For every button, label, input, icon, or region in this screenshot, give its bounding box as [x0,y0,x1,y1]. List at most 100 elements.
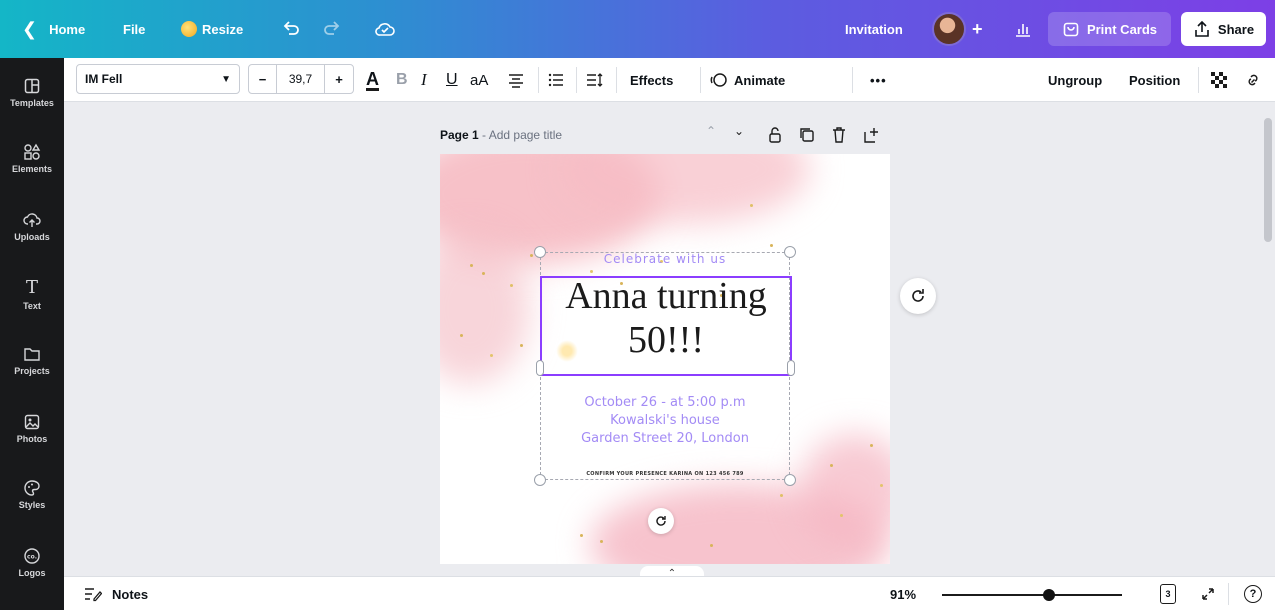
position-button[interactable]: Position [1129,58,1180,102]
more-options-button[interactable]: ••• [870,58,887,102]
palette-icon [24,479,40,496]
toolbar-divider [1198,67,1199,93]
file-menu-button[interactable]: File [123,0,145,58]
text-icon: T [25,277,38,298]
uploads-icon [23,212,41,227]
sidebar-item-label: Logos [18,567,46,578]
link-button[interactable] [1244,58,1262,102]
lock-icon[interactable] [765,126,785,144]
rsvp-text[interactable]: CONFIRM YOUR PRESENCE KARINA ON 123 456 … [540,471,790,477]
address-line: Garden Street 20, London [581,431,749,446]
design-page[interactable]: Celebrate with us Anna turning 50!!! Oct… [440,154,890,564]
transparency-icon [1211,72,1227,88]
bold-icon: B [396,71,408,88]
chevron-up-icon[interactable]: ⌃ [700,124,722,138]
add-collaborator-icon[interactable]: + [972,19,983,40]
document-title[interactable]: Invitation [845,0,903,58]
bottom-divider [1228,583,1229,605]
bar-chart-icon [1016,24,1030,37]
list-button[interactable] [548,58,564,102]
spacing-button[interactable] [586,58,604,102]
letter-case-button[interactable]: aA [470,58,488,102]
trash-icon[interactable] [829,126,849,144]
sidebar-item-styles[interactable]: Styles [0,464,64,524]
folder-icon [24,347,40,361]
sidebar-item-projects[interactable]: Projects [0,330,64,390]
elements-icon [24,143,41,160]
decrease-font-size-button[interactable]: − [249,65,277,93]
font-family-select[interactable]: IM Fell ▼ [76,64,240,94]
side-handle[interactable] [787,360,795,376]
notes-button[interactable]: Notes [84,577,148,610]
sidebar-item-text[interactable]: T Text [0,264,64,324]
cloud-saved-icon [374,0,396,58]
toolbar-divider [700,67,701,93]
share-button[interactable]: Share [1181,12,1266,46]
alignment-button[interactable] [508,58,524,102]
user-avatar [932,12,966,46]
side-handle[interactable] [536,360,544,376]
text-color-icon: A [366,68,379,91]
zoom-slider[interactable] [942,594,1122,596]
redo-button[interactable] [322,0,342,58]
canvas-area: Page 1 - Add page title ⌃ ⌄ Celebrate wi… [64,102,1261,564]
sidebar-item-photos[interactable]: Photos [0,398,64,458]
page-title-input[interactable]: Add page title [489,128,562,142]
celebrate-text[interactable]: Celebrate with us [540,252,790,266]
transparency-button[interactable] [1210,58,1228,102]
underline-icon: U [446,71,458,88]
share-icon [1195,20,1209,37]
date-line: October 26 - at 5:00 p.m [584,395,746,410]
help-button[interactable]: ? [1244,577,1262,610]
regenerate-button[interactable] [900,278,936,314]
file-label: File [123,21,146,37]
bold-button[interactable]: B [396,58,408,102]
zoom-slider-thumb[interactable] [1043,589,1055,601]
sidebar-item-templates[interactable]: Templates [0,62,64,122]
animate-button[interactable]: Animate [710,58,785,102]
sidebar-item-label: Photos [16,433,48,444]
increase-font-size-button[interactable]: + [325,65,353,93]
bottom-bar: Notes 91% 3 ? [64,576,1275,610]
headline-line-1: Anna turning [565,275,767,317]
toolbar-divider [616,67,617,93]
insights-button[interactable] [1014,0,1032,58]
top-bar: ❮ Home File Resize Invitation + Print Ca… [0,0,1275,58]
font-size-input[interactable]: 39,7 [277,65,325,93]
sidebar-item-elements[interactable]: Elements [0,128,64,188]
undo-button[interactable] [281,0,301,58]
avatar[interactable]: + [932,0,983,58]
animate-icon [710,73,727,87]
home-button[interactable]: ❮ Home [22,0,85,58]
sidebar-item-label: Uploads [14,231,50,242]
rotate-button[interactable] [648,508,674,534]
place-line: Kowalski's house [610,413,720,428]
fullscreen-button[interactable] [1200,577,1216,610]
zoom-level[interactable]: 91% [890,577,916,610]
toolbar-divider [538,67,539,93]
chevron-down-icon: ▼ [221,73,231,85]
templates-icon [24,78,40,93]
add-page-icon[interactable] [861,126,881,144]
sidebar-item-logos[interactable]: co. Logos [0,532,64,592]
resize-button[interactable]: Resize [181,0,243,58]
duplicate-page-icon[interactable] [797,126,817,144]
sidebar-item-uploads[interactable]: Uploads [0,196,64,256]
print-cards-button[interactable]: Print Cards [1048,12,1171,46]
share-label: Share [1217,21,1255,37]
scroll-thumb[interactable] [1264,118,1272,242]
gold-flecks [580,534,583,537]
effects-button[interactable]: Effects [630,58,673,102]
italic-button[interactable]: I [421,58,427,102]
ungroup-button[interactable]: Ungroup [1048,58,1102,102]
page-count-button[interactable]: 3 [1160,577,1176,610]
underline-button[interactable]: U [446,58,458,102]
text-color-button[interactable]: A [366,58,379,102]
chevron-down-icon[interactable]: ⌄ [722,124,756,138]
details-text[interactable]: October 26 - at 5:00 p.m Kowalski's hous… [540,394,790,448]
sidebar-item-label: Projects [14,365,50,376]
vertical-scrollbar[interactable] [1261,102,1275,564]
refresh-sparkle-icon [912,289,924,302]
rotate-icon [656,516,666,526]
help-icon: ? [1244,585,1262,603]
